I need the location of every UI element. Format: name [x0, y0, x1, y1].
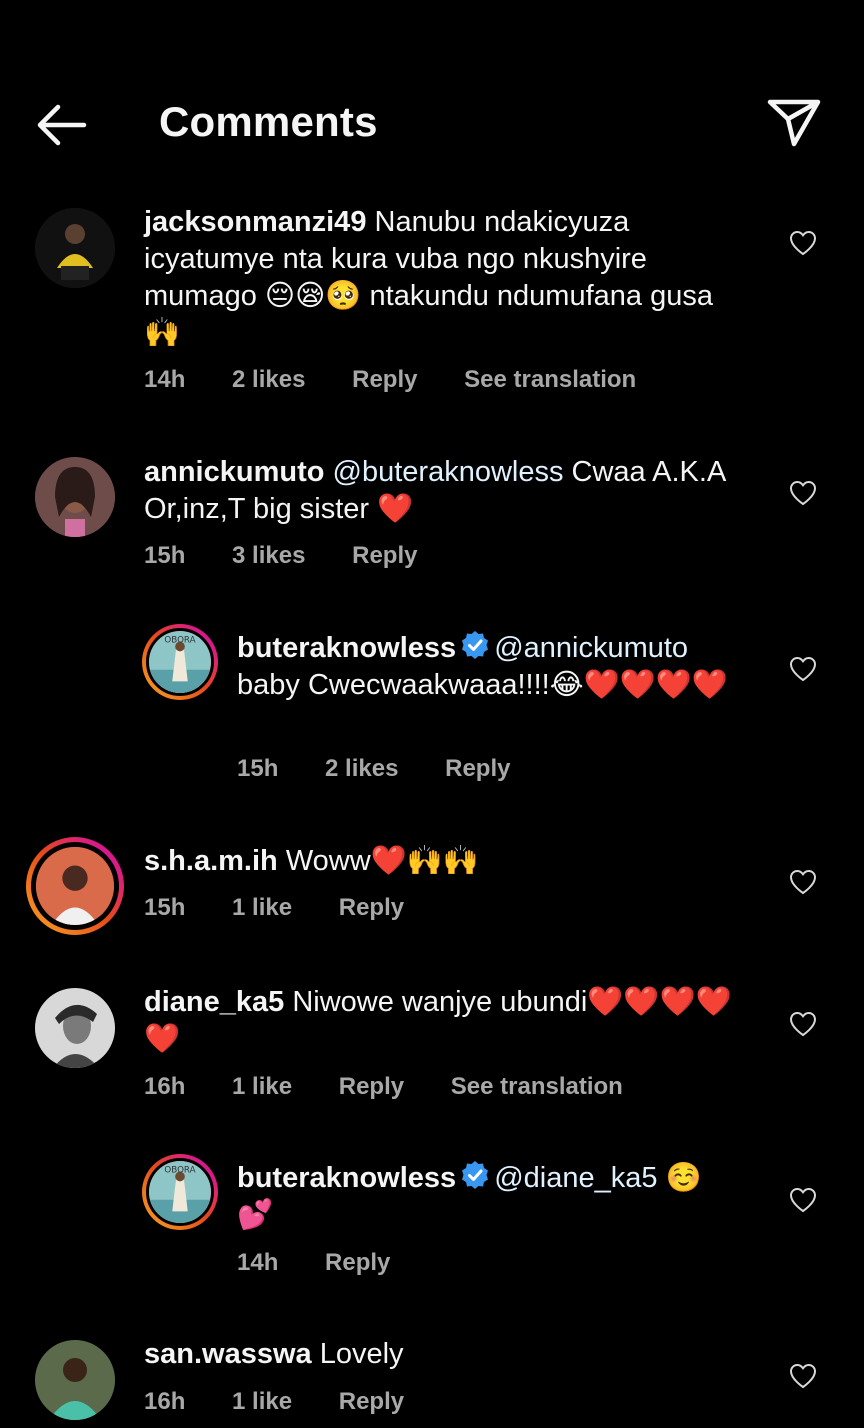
comment-text: Lovely — [311, 1338, 404, 1370]
comment-meta: 15h 2 likes Reply — [237, 755, 550, 783]
reply-button[interactable]: Reply — [339, 1388, 404, 1415]
avatar-image — [35, 988, 115, 1068]
back-arrow-icon[interactable] — [30, 98, 92, 152]
likes-count[interactable]: 1 like — [232, 894, 292, 921]
avatar-image — [35, 208, 115, 288]
comment-meta: 16h 1 like Reply See translation — [144, 1073, 663, 1101]
heart-icon[interactable] — [789, 869, 817, 895]
comment-body: annickumuto @buteraknowless Cwaa A.K.A O… — [144, 454, 764, 528]
comment-body: jacksonmanzi49 Nanubu ndakicyuza icyatum… — [144, 204, 744, 352]
send-icon[interactable] — [764, 96, 824, 150]
likes-count[interactable]: 1 like — [232, 1388, 292, 1415]
avatar: OBORA — [146, 1158, 214, 1226]
mention-link[interactable]: @diane_ka5 — [494, 1162, 657, 1194]
comment-meta: 15h 1 like Reply — [144, 894, 444, 922]
comment-body: san.wasswa Lovely — [144, 1336, 744, 1373]
comment-meta: 14h 2 likes Reply See translation — [144, 366, 676, 394]
comment-meta: 14h Reply — [237, 1249, 430, 1277]
comment-time: 14h — [237, 1249, 279, 1276]
comment-time: 16h — [144, 1388, 186, 1415]
avatar-story-ring[interactable] — [26, 837, 124, 935]
avatar — [31, 842, 119, 930]
verified-icon — [462, 631, 489, 659]
logo-text: OBORA — [164, 636, 195, 646]
reply-button[interactable]: Reply — [352, 366, 417, 393]
comment-body: diane_ka5 Niwowe wanjye ubundi❤️❤️❤️❤️❤️ — [144, 984, 744, 1058]
heart-icon[interactable] — [789, 480, 817, 506]
comment-username[interactable]: annickumuto — [144, 456, 324, 488]
reply-button[interactable]: Reply — [352, 542, 417, 569]
avatar-image: OBORA — [149, 1161, 211, 1223]
avatar-image — [35, 457, 115, 537]
heart-icon[interactable] — [789, 1011, 817, 1037]
logo-text: OBORA — [164, 1166, 195, 1176]
comment-username[interactable]: san.wasswa — [144, 1338, 312, 1370]
header: Comments — [0, 0, 864, 190]
comment-text: baby Cwecwaakwaaa!!!!😂❤️❤️❤️❤️ — [237, 669, 729, 701]
mention-link[interactable]: @annickumuto — [494, 632, 688, 664]
likes-count[interactable]: 1 like — [232, 1073, 292, 1100]
comment-time: 15h — [144, 542, 186, 569]
comment-time: 14h — [144, 366, 186, 393]
likes-count[interactable]: 2 likes — [232, 366, 305, 393]
heart-icon[interactable] — [789, 656, 817, 682]
avatar: OBORA — [146, 628, 214, 696]
comment-username[interactable]: jacksonmanzi49 — [144, 206, 366, 238]
heart-icon[interactable] — [789, 230, 817, 256]
comment-username[interactable]: diane_ka5 — [144, 986, 284, 1018]
avatar[interactable] — [35, 988, 115, 1068]
comment-text: Woww❤️🙌🙌 — [277, 845, 480, 877]
comment-body: buteraknowless @annickumuto baby Cwecwaak… — [237, 630, 737, 704]
likes-count[interactable]: 3 likes — [232, 542, 305, 569]
verified-icon — [462, 1161, 489, 1189]
see-translation-button[interactable]: See translation — [464, 366, 636, 393]
comment-username[interactable]: s.h.a.m.ih — [144, 845, 278, 877]
mention-link[interactable]: @buteraknowless — [333, 456, 564, 488]
page-title: Comments — [159, 98, 378, 145]
comment-time: 15h — [144, 894, 186, 921]
comment-username[interactable]: buteraknowless — [237, 632, 456, 664]
avatar-story-ring[interactable]: OBORA — [142, 1154, 218, 1230]
see-translation-button[interactable]: See translation — [451, 1073, 623, 1100]
heart-icon[interactable] — [789, 1187, 817, 1213]
comment-meta: 16h 1 like Reply — [144, 1388, 444, 1416]
reply-button[interactable]: Reply — [339, 1073, 404, 1100]
comment-body: buteraknowless @diane_ka5 ☺️💕 — [237, 1160, 737, 1234]
avatar-story-ring[interactable]: OBORA — [142, 624, 218, 700]
likes-count[interactable]: 2 likes — [325, 755, 398, 782]
avatar[interactable] — [35, 1340, 115, 1420]
comment-meta: 15h 3 likes Reply — [144, 542, 457, 570]
comment-time: 15h — [237, 755, 279, 782]
comment-time: 16h — [144, 1073, 186, 1100]
reply-button[interactable]: Reply — [325, 1249, 390, 1276]
comment-body: s.h.a.m.ih Woww❤️🙌🙌 — [144, 843, 744, 880]
avatar-image — [35, 1340, 115, 1420]
avatar-image: OBORA — [149, 631, 211, 693]
avatar[interactable] — [35, 208, 115, 288]
heart-icon[interactable] — [789, 1363, 817, 1389]
comment-username[interactable]: buteraknowless — [237, 1162, 456, 1194]
avatar[interactable] — [35, 457, 115, 537]
reply-button[interactable]: Reply — [339, 894, 404, 921]
reply-button[interactable]: Reply — [445, 755, 510, 782]
avatar-image — [36, 847, 114, 925]
